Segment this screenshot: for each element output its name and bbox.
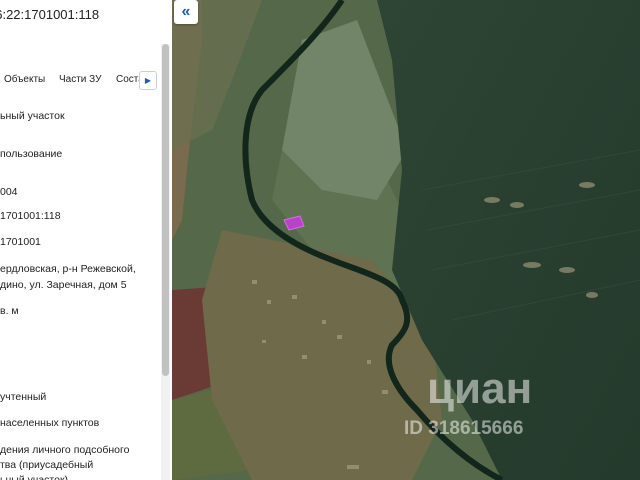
tab-objects[interactable]: Объекты <box>4 74 45 85</box>
field-category: населенных пунктов <box>0 417 100 429</box>
field-address-line2: дино, ул. Заречная, дом 5 <box>0 279 127 291</box>
field-use-line1: дения личного подсобного <box>0 444 130 456</box>
panel-scrollbar[interactable] <box>161 44 170 480</box>
field-type: ьный участок <box>0 110 65 122</box>
double-chevron-left-icon: « <box>181 3 191 20</box>
field-quarter: 1701001 <box>0 236 41 248</box>
field-use-line3: ьный участок) <box>0 474 69 480</box>
field-status: учтенный <box>0 391 47 403</box>
tab-bar: Объекты Части ЗУ Соста ▶ <box>0 70 162 92</box>
field-code: 004 <box>0 186 18 198</box>
field-usage: пользование <box>0 148 63 160</box>
cadastral-info-panel: 66:22:1701001:118 Объекты Части ЗУ Соста… <box>0 0 172 480</box>
watermark-brand: циан <box>427 364 533 413</box>
field-address-line1: ердловская, р-н Режевской, <box>0 263 136 275</box>
next-tab-button[interactable]: ▶ <box>139 71 157 90</box>
chevron-right-icon: ▶ <box>144 76 152 85</box>
scrollbar-thumb[interactable] <box>162 44 169 376</box>
satellite-map[interactable]: циан ID 318615666 <box>172 0 640 480</box>
field-use-line2: тва (приусадебный <box>0 459 94 471</box>
field-number: 1701001:118 <box>0 210 61 222</box>
collapse-panel-button[interactable]: « <box>174 0 198 24</box>
field-area: в. м <box>0 305 19 317</box>
cadastral-number-title: 66:22:1701001:118 <box>0 7 100 22</box>
tab-parts[interactable]: Части ЗУ <box>59 74 101 85</box>
watermark-id: ID 318615666 <box>404 418 524 439</box>
